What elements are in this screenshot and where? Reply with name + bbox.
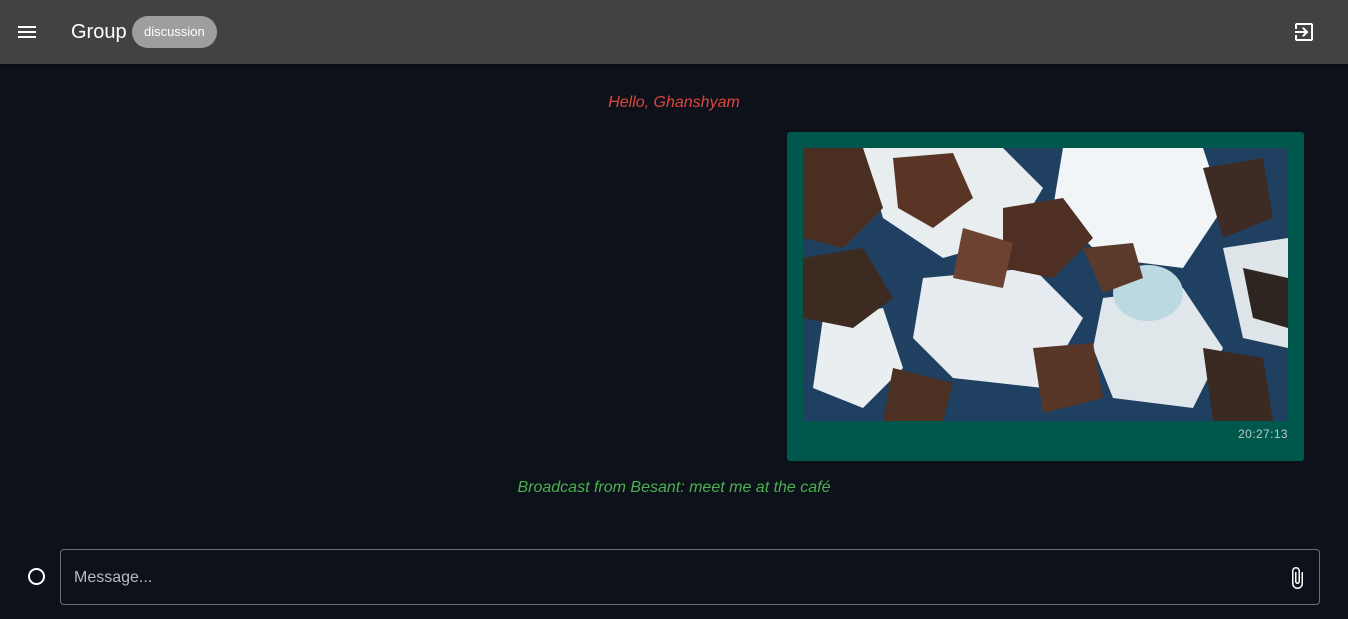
message-timestamp: 20:27:13 (1238, 427, 1288, 441)
chat-app: Group discussion Hello, Ghanshyam 20:27:… (0, 0, 1348, 619)
app-bar: Group discussion (0, 0, 1348, 64)
greeting-message: Hello, Ghanshyam (608, 94, 740, 111)
message-image[interactable] (803, 148, 1288, 421)
exit-to-app-icon[interactable] (1292, 20, 1316, 44)
paperclip-icon[interactable] (1285, 566, 1309, 590)
message-composer (60, 549, 1320, 606)
message-input[interactable] (72, 550, 1266, 606)
circle-outline-icon[interactable] (28, 568, 45, 585)
image-message-bubble: 20:27:13 (787, 132, 1304, 461)
channel-chip[interactable]: discussion (132, 16, 217, 48)
menu-icon[interactable] (15, 20, 39, 44)
broadcast-message: Broadcast from Besant: meet me at the ca… (517, 479, 831, 496)
page-title: Group (71, 21, 127, 43)
